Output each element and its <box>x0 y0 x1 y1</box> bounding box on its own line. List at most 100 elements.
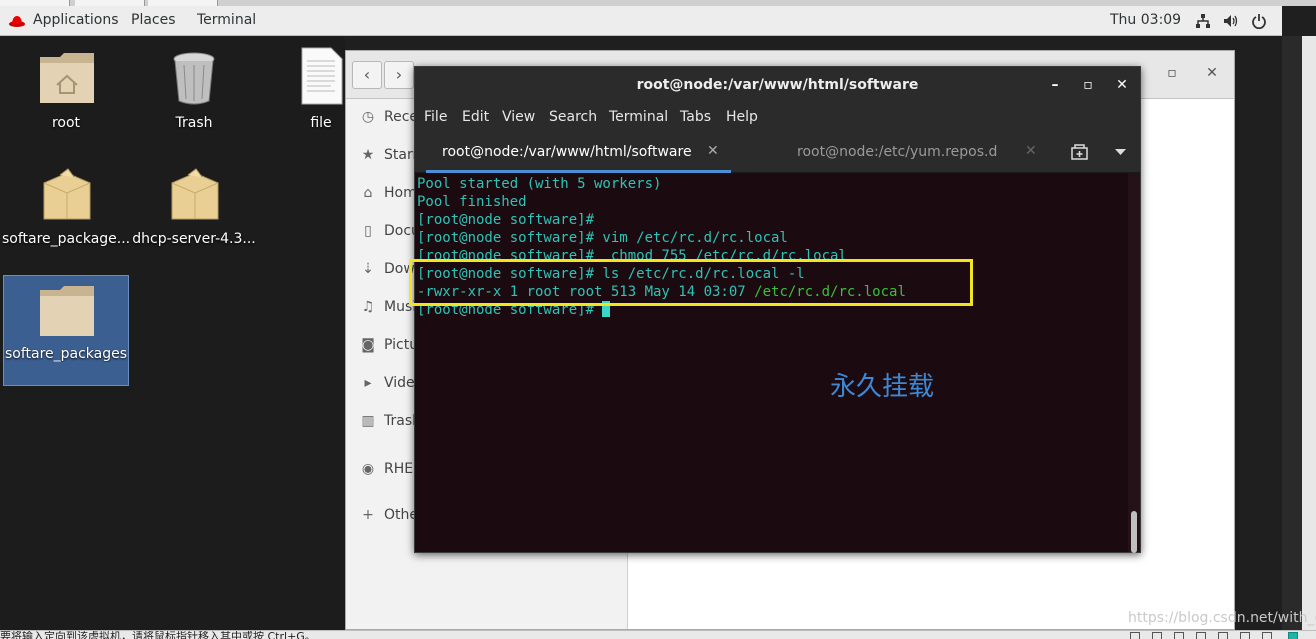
chevron-down-icon[interactable] <box>1115 149 1126 156</box>
tab-label: root@node:/etc/yum.repos.d <box>797 144 998 160</box>
tab-yum-repos[interactable]: root@node:/etc/yum.repos.d ✕ <box>731 131 1047 173</box>
output-line: [root@node software]# <box>417 212 595 228</box>
host-side-panel <box>1282 36 1316 630</box>
menu-terminal[interactable]: Terminal <box>609 109 668 125</box>
places-menu[interactable]: Places <box>131 12 176 28</box>
star-icon: ★ <box>361 147 375 163</box>
device-icon <box>1240 632 1250 639</box>
device-icon <box>1152 632 1162 639</box>
terminal-output[interactable]: Pool started (with 5 workers) Pool finis… <box>415 173 1140 553</box>
annotation-text: 永久挂载 <box>830 372 935 402</box>
tab-label: root@node:/var/www/html/software <box>442 144 692 160</box>
device-icon <box>1174 632 1184 639</box>
terminal-title: root@node:/var/www/html/software <box>636 77 919 93</box>
host-status-bar: 要将输入定向到该虚拟机，请将鼠标指针移入其中或按 Ctrl+G。 <box>0 630 1316 639</box>
tab-software[interactable]: root@node:/var/www/html/software ✕ <box>426 131 731 173</box>
desktop-icon-label: softare_package... <box>2 231 130 247</box>
minimize-icon[interactable]: – <box>1045 75 1065 95</box>
tab-close-icon[interactable]: ✕ <box>1025 143 1037 159</box>
output-line: Pool finished <box>417 194 527 210</box>
device-icon <box>1196 632 1206 639</box>
device-icon <box>1130 632 1140 639</box>
desktop-icon-trash[interactable]: Trash <box>130 45 258 155</box>
plus-icon: + <box>362 507 374 523</box>
sidebar-item-label: Rece <box>384 109 419 125</box>
new-tab-icon[interactable] <box>1071 144 1088 160</box>
close-icon[interactable]: ✕ <box>1204 65 1220 81</box>
desktop-icon-dhcp-server[interactable]: dhcp-server-4.3... <box>130 161 258 271</box>
sidebar-item-trash[interactable]: ▥ Trash <box>360 413 421 435</box>
camera-icon: ◙ <box>361 337 375 353</box>
output-line: [root@node software]# vim /etc/rc.d/rc.l… <box>417 230 788 246</box>
menu-tabs[interactable]: Tabs <box>680 109 711 125</box>
desktop: root Trash file softare_package... dhcp-… <box>0 37 345 630</box>
terminal-app-menu[interactable]: Terminal <box>197 12 256 28</box>
sidebar-item-pictures[interactable]: ◙ Pictu <box>360 337 418 359</box>
terminal-scrollbar[interactable] <box>1128 173 1140 552</box>
menu-view[interactable]: View <box>502 109 535 125</box>
folder-icon <box>40 286 94 336</box>
forward-button[interactable]: › <box>384 61 414 89</box>
desktop-icon-softare-packages[interactable]: softare_packages <box>3 275 129 386</box>
video-icon: ▸ <box>364 375 372 391</box>
menu-help[interactable]: Help <box>726 109 758 125</box>
sidebar-item-label: Pictu <box>384 337 419 353</box>
sidebar-item-label: Vide <box>384 375 415 391</box>
volume-icon[interactable] <box>1222 13 1238 29</box>
terminal-tab-bar: root@node:/var/www/html/software ✕ root@… <box>415 131 1140 173</box>
sidebar-item-label: Hom <box>384 185 417 201</box>
trash-icon <box>173 52 215 105</box>
maximize-icon[interactable]: ▫ <box>1078 75 1098 95</box>
desktop-icon-label: root <box>51 115 81 131</box>
sidebar-item-rhel[interactable]: ◉ RHEL <box>360 461 421 483</box>
tab-close-icon[interactable]: ✕ <box>707 143 719 159</box>
gnome-top-bar: Applications Places Terminal Thu 03:09 <box>0 6 1282 36</box>
document-icon: ▯ <box>364 223 372 239</box>
sidebar-item-label: Othe <box>384 507 418 523</box>
home-folder-icon <box>40 53 94 103</box>
desktop-icon-softare-package[interactable]: softare_package... <box>2 161 130 271</box>
watermark: https://blog.csdn.net/with_cat <box>1128 610 1316 626</box>
menu-search[interactable]: Search <box>549 109 597 125</box>
highlight-box <box>409 259 973 306</box>
output-line: Pool started (with 5 workers) <box>417 176 662 192</box>
status-text: 要将输入定向到该虚拟机，请将鼠标指针移入其中或按 Ctrl+G。 <box>0 630 316 639</box>
sidebar-item-starred[interactable]: ★ Starr <box>360 147 419 169</box>
sidebar-item-downloads[interactable]: ⇣ Dow <box>360 261 415 283</box>
keyboard-indicator-icon <box>1288 632 1298 639</box>
desktop-icon-root[interactable]: root <box>2 45 130 155</box>
desktop-icon-label: dhcp-server-4.3... <box>132 231 256 247</box>
sidebar-item-music[interactable]: ♫ Musi <box>360 299 416 321</box>
menu-file[interactable]: File <box>424 109 447 125</box>
package-icon <box>171 168 219 220</box>
sidebar-item-videos[interactable]: ▸ Vide <box>360 375 415 397</box>
home-icon: ⌂ <box>363 185 373 201</box>
scrollbar-thumb[interactable] <box>1131 511 1137 553</box>
terminal-menubar: File Edit View Search Terminal Tabs Help <box>415 103 1140 131</box>
power-icon[interactable] <box>1251 13 1267 29</box>
sidebar-item-recent[interactable]: ◷ Rece <box>360 109 418 131</box>
host-scrollbar[interactable] <box>1302 36 1316 630</box>
maximize-icon[interactable]: ▫ <box>1164 65 1180 81</box>
terminal-window: root@node:/var/www/html/software – ▫ ✕ F… <box>414 66 1141 553</box>
clock[interactable]: Thu 03:09 <box>1110 12 1181 28</box>
sidebar-item-home[interactable]: ⌂ Hom <box>360 185 417 207</box>
text-file-icon <box>301 47 343 105</box>
package-icon <box>43 168 91 220</box>
network-icon[interactable] <box>1195 13 1211 29</box>
applications-menu[interactable]: Applications <box>33 12 119 28</box>
device-icon <box>1262 632 1272 639</box>
menu-edit[interactable]: Edit <box>462 109 489 125</box>
terminal-titlebar[interactable]: root@node:/var/www/html/software – ▫ ✕ <box>415 67 1140 103</box>
desktop-icon-label: softare_packages <box>4 346 128 362</box>
trash-icon: ▥ <box>361 413 375 429</box>
back-button[interactable]: ‹ <box>352 61 382 89</box>
sidebar-item-documents[interactable]: ▯ Docu <box>360 223 420 245</box>
disc-icon: ◉ <box>361 461 375 477</box>
close-icon[interactable]: ✕ <box>1112 75 1132 95</box>
sidebar-item-other[interactable]: + Othe <box>360 507 418 529</box>
music-icon: ♫ <box>361 299 375 315</box>
redhat-logo-icon <box>9 16 25 27</box>
download-icon: ⇣ <box>362 261 374 277</box>
device-icon <box>1218 632 1228 639</box>
